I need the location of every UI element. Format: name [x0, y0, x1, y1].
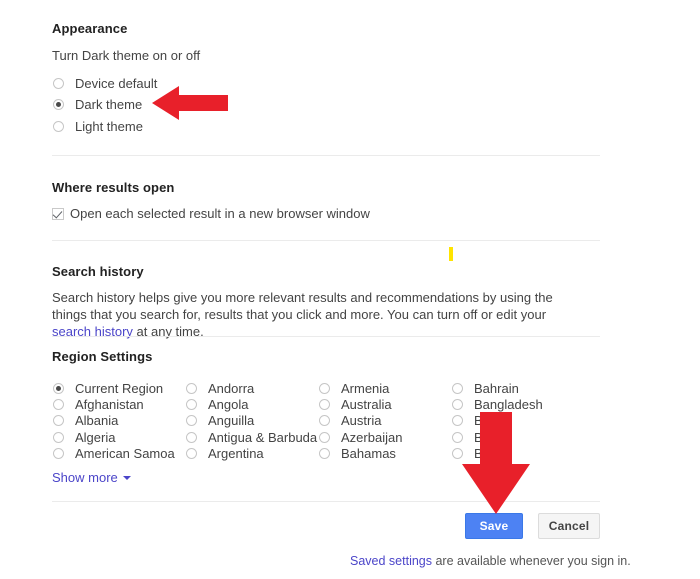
left-pointing-arrow-annotation: [152, 86, 228, 120]
settings-page: Appearance Turn Dark theme on or off Dev…: [0, 0, 700, 579]
region-option-label: Azerbaijan: [341, 430, 403, 445]
region-option-label: Australia: [341, 397, 392, 412]
radio-light-theme[interactable]: Light theme: [53, 118, 143, 135]
region-option[interactable]: Bahrain: [452, 380, 519, 397]
region-option[interactable]: Andorra: [186, 380, 254, 397]
radio-circle-icon: [186, 448, 197, 459]
radio-label: Device default: [75, 76, 158, 91]
region-option[interactable]: Bangladesh: [452, 396, 543, 413]
region-option[interactable]: Be: [452, 445, 490, 462]
checkbox-checked-icon: [52, 207, 64, 220]
radio-circle-icon: [186, 415, 197, 426]
yellow-caret-marker: [449, 247, 453, 261]
radio-circle-icon: [452, 448, 463, 459]
description-text-part: Search history helps give you more relev…: [52, 290, 553, 322]
radio-device-default[interactable]: Device default: [53, 75, 157, 92]
radio-circle-selected-icon: [53, 99, 64, 110]
cancel-button[interactable]: Cancel: [538, 513, 600, 539]
region-option-label: Be: [474, 446, 490, 461]
divider: [52, 501, 600, 502]
where-results-open-title: Where results open: [52, 180, 175, 195]
radio-circle-icon: [53, 121, 64, 132]
region-option[interactable]: Austria: [319, 412, 381, 429]
region-option-label: Angola: [208, 397, 249, 412]
region-option[interactable]: Argentina: [186, 445, 264, 462]
region-option-label: Antigua & Barbuda: [208, 430, 318, 445]
region-option[interactable]: Angola: [186, 396, 248, 413]
region-option-label: Andorra: [208, 381, 255, 396]
region-option[interactable]: Albania: [53, 412, 118, 429]
show-more-button[interactable]: Show more: [52, 470, 131, 485]
radio-label: Dark theme: [75, 97, 143, 112]
region-option[interactable]: Australia: [319, 396, 392, 413]
save-button[interactable]: Save: [465, 513, 523, 539]
region-option-label: Bangladesh: [474, 397, 543, 412]
region-option[interactable]: Bahamas: [319, 445, 396, 462]
region-option-label: Be: [474, 413, 490, 428]
region-option-label: American Samoa: [75, 446, 175, 461]
checkbox-label: Open each selected result in a new brows…: [70, 206, 370, 221]
radio-dark-theme[interactable]: Dark theme: [53, 96, 142, 113]
region-option[interactable]: Be: [452, 429, 490, 446]
radio-circle-icon: [452, 415, 463, 426]
divider: [52, 240, 600, 241]
region-option[interactable]: American Samoa: [53, 445, 175, 462]
region-option-label: Argentina: [208, 446, 264, 461]
radio-circle-selected-icon: [53, 383, 64, 394]
region-option[interactable]: Azerbaijan: [319, 429, 402, 446]
appearance-subtitle: Turn Dark theme on or off: [52, 48, 201, 63]
radio-circle-icon: [319, 448, 330, 459]
radio-circle-icon: [319, 383, 330, 394]
region-option-label: Algeria: [75, 430, 116, 445]
cancel-button-label: Cancel: [548, 519, 590, 533]
search-history-title: Search history: [52, 264, 144, 279]
saved-settings-note: Saved settings are available whenever yo…: [350, 554, 631, 568]
checkbox-open-new-window[interactable]: Open each selected result in a new brows…: [52, 206, 370, 221]
divider: [52, 336, 600, 337]
radio-circle-icon: [319, 399, 330, 410]
radio-circle-icon: [319, 432, 330, 443]
radio-circle-icon: [53, 78, 64, 89]
region-option-label: Bahamas: [341, 446, 396, 461]
region-option-label: Afghanistan: [75, 397, 144, 412]
radio-circle-icon: [53, 432, 64, 443]
radio-circle-icon: [53, 415, 64, 426]
region-option-label: Austria: [341, 413, 382, 428]
chevron-down-icon: [122, 475, 131, 480]
appearance-section-title: Appearance: [52, 21, 128, 36]
radio-label: Light theme: [75, 119, 143, 134]
region-option-label: Albania: [75, 413, 119, 428]
region-option-current-region[interactable]: Current Region: [53, 380, 163, 397]
radio-circle-icon: [452, 432, 463, 443]
radio-circle-icon: [53, 399, 64, 410]
radio-circle-icon: [452, 383, 463, 394]
region-option[interactable]: Be: [452, 412, 490, 429]
region-option-label: Anguilla: [208, 413, 255, 428]
region-option[interactable]: Algeria: [53, 429, 115, 446]
region-option[interactable]: Armenia: [319, 380, 389, 397]
region-option-label: Be: [474, 430, 490, 445]
radio-circle-icon: [186, 383, 197, 394]
show-more-label: Show more: [52, 470, 118, 485]
radio-circle-icon: [186, 432, 197, 443]
divider: [52, 155, 600, 156]
region-option[interactable]: Afghanistan: [53, 396, 144, 413]
saved-settings-text: are available whenever you sign in.: [432, 554, 631, 568]
radio-circle-icon: [186, 399, 197, 410]
region-option-label: Armenia: [341, 381, 390, 396]
save-button-label: Save: [479, 519, 509, 533]
region-settings-title: Region Settings: [52, 349, 153, 364]
search-history-description: Search history helps give you more relev…: [52, 289, 564, 340]
region-option-label: Bahrain: [474, 381, 519, 396]
radio-circle-icon: [53, 448, 64, 459]
radio-circle-icon: [452, 399, 463, 410]
radio-circle-icon: [319, 415, 330, 426]
region-option-label: Current Region: [75, 381, 164, 396]
region-option[interactable]: Anguilla: [186, 412, 254, 429]
region-option[interactable]: Antigua & Barbuda: [186, 429, 317, 446]
saved-settings-link[interactable]: Saved settings: [350, 554, 432, 568]
